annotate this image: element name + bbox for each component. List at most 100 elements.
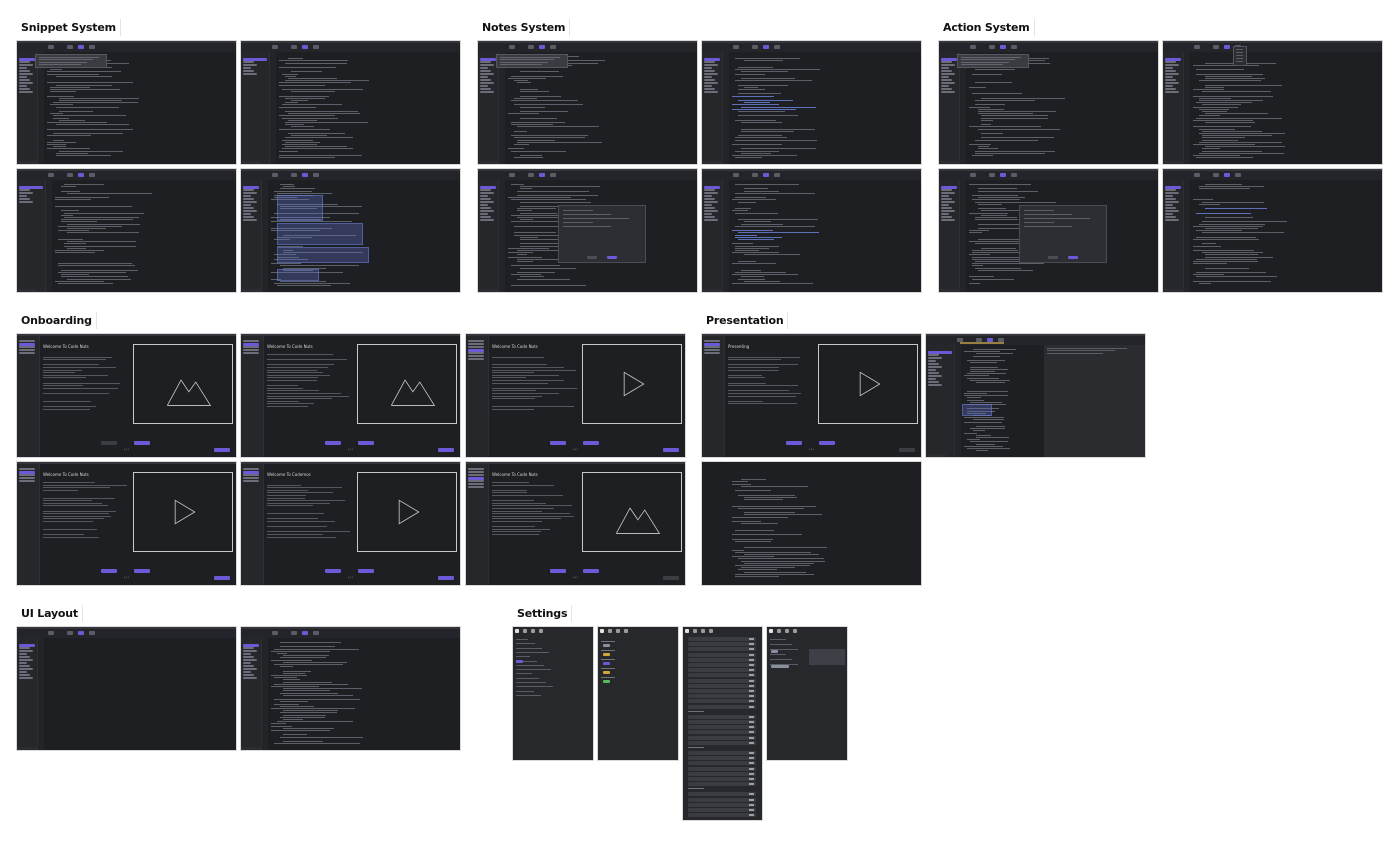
settings-tab-icon[interactable] <box>793 629 797 633</box>
toolbar-button[interactable] <box>89 631 96 635</box>
menu-bar[interactable] <box>466 334 685 336</box>
sidebar-item[interactable] <box>941 85 949 87</box>
dialog-confirm-button[interactable] <box>607 256 617 259</box>
sidebar-item[interactable] <box>19 189 30 191</box>
sidebar-item[interactable] <box>704 207 715 209</box>
nav-item[interactable] <box>19 346 35 348</box>
sidebar-item[interactable] <box>19 198 30 200</box>
dropdown-item[interactable] <box>1236 49 1243 50</box>
next-button[interactable] <box>358 441 374 445</box>
shortcut-row[interactable] <box>688 740 756 745</box>
sidebar-item[interactable] <box>1165 91 1179 93</box>
toolbar-button[interactable] <box>969 45 976 49</box>
sidebar-item[interactable] <box>941 216 952 218</box>
toolbar-button[interactable] <box>67 45 74 49</box>
nav-item[interactable] <box>243 474 259 476</box>
sidebar-item[interactable] <box>243 61 254 63</box>
sidebar-item[interactable] <box>704 219 718 221</box>
toggle-button[interactable] <box>516 660 523 663</box>
shortcut-row[interactable] <box>688 813 756 818</box>
sidebar-item[interactable] <box>480 70 491 72</box>
next-button[interactable] <box>134 569 150 573</box>
dialog-confirm-button[interactable] <box>1068 256 1078 259</box>
sidebar-item[interactable] <box>19 88 30 90</box>
toolbar-button[interactable] <box>752 173 759 177</box>
nav-item[interactable] <box>468 358 484 360</box>
sidebar-item[interactable] <box>704 91 718 93</box>
sidebar-item[interactable] <box>704 204 712 206</box>
settings-tab-icon[interactable] <box>624 629 628 633</box>
sidebar-item[interactable] <box>1165 82 1179 84</box>
dialog-cancel-button[interactable] <box>587 256 597 259</box>
settings-tab-icon[interactable] <box>608 629 612 633</box>
sidebar-item[interactable] <box>704 67 712 69</box>
sidebar-item[interactable] <box>941 64 955 66</box>
toolbar-button[interactable] <box>774 45 781 49</box>
sidebar-item[interactable] <box>19 647 30 649</box>
sidebar-item[interactable] <box>19 659 33 661</box>
sidebar-item[interactable] <box>704 189 715 191</box>
sidebar-item[interactable] <box>243 192 257 194</box>
sidebar-item[interactable] <box>19 671 27 673</box>
shortcut-row[interactable] <box>688 797 756 802</box>
sidebar-item[interactable] <box>704 192 718 194</box>
sidebar-item[interactable] <box>1165 88 1176 90</box>
toolbar-button[interactable] <box>1000 173 1007 177</box>
toolbar-button[interactable] <box>763 45 770 49</box>
settings-tab-icon[interactable] <box>685 629 689 633</box>
sidebar-item[interactable] <box>704 198 715 200</box>
nav-item[interactable] <box>19 468 35 470</box>
sidebar-item[interactable] <box>1165 61 1176 63</box>
toolbar-button[interactable] <box>774 173 781 177</box>
sidebar-item[interactable] <box>480 198 491 200</box>
sidebar-item[interactable] <box>480 91 494 93</box>
toolbar-button[interactable] <box>302 631 309 635</box>
skip-button[interactable] <box>214 448 230 452</box>
sidebar-item[interactable] <box>928 357 942 359</box>
sidebar-item[interactable] <box>704 70 715 72</box>
toolbar-button[interactable] <box>78 173 85 177</box>
skip-button[interactable] <box>663 448 679 452</box>
color-swatch[interactable] <box>603 680 610 683</box>
shortcut-row[interactable] <box>688 777 756 781</box>
toolbar-button[interactable] <box>78 45 85 49</box>
sidebar-item[interactable] <box>704 213 712 215</box>
toolbar-button[interactable] <box>539 45 546 49</box>
settings-tab-icon[interactable] <box>777 629 781 633</box>
toolbar-button[interactable] <box>47 631 54 635</box>
shortcut-row[interactable] <box>688 657 756 662</box>
next-button[interactable] <box>358 569 374 573</box>
sidebar-item[interactable] <box>19 195 27 197</box>
toolbar-button[interactable] <box>1235 173 1242 177</box>
sidebar-item[interactable] <box>1165 204 1173 206</box>
toolbar-button[interactable] <box>763 173 770 177</box>
sidebar-item[interactable] <box>243 650 257 652</box>
sidebar-item[interactable] <box>1165 189 1176 191</box>
next-button[interactable] <box>134 441 150 445</box>
sidebar-item[interactable] <box>941 192 955 194</box>
shortcut-row[interactable] <box>688 652 756 657</box>
shortcut-row[interactable] <box>688 725 756 730</box>
toolbar-button[interactable] <box>1224 173 1231 177</box>
sidebar-item[interactable] <box>928 363 939 365</box>
back-button[interactable] <box>550 569 566 573</box>
skip-button[interactable] <box>663 576 679 580</box>
sidebar-item[interactable] <box>19 82 33 84</box>
shortcut-row[interactable] <box>688 647 756 652</box>
settings-tab-icon[interactable] <box>709 629 713 633</box>
shortcut-row[interactable] <box>688 720 756 724</box>
sidebar-item[interactable] <box>1165 64 1179 66</box>
shortcut-row[interactable] <box>688 673 756 678</box>
sidebar-item[interactable] <box>19 665 30 667</box>
shortcut-row[interactable] <box>688 683 756 688</box>
nav-item[interactable] <box>468 340 484 342</box>
shortcut-row[interactable] <box>688 808 756 812</box>
toolbar-button[interactable] <box>313 45 320 49</box>
shortcut-row[interactable] <box>688 756 756 761</box>
sidebar-item[interactable] <box>243 677 257 679</box>
sidebar-item[interactable] <box>928 375 942 377</box>
sidebar-item[interactable] <box>19 650 33 652</box>
sidebar-item[interactable] <box>19 91 33 93</box>
sidebar-item[interactable] <box>243 73 257 75</box>
sidebar-item[interactable] <box>243 665 254 667</box>
